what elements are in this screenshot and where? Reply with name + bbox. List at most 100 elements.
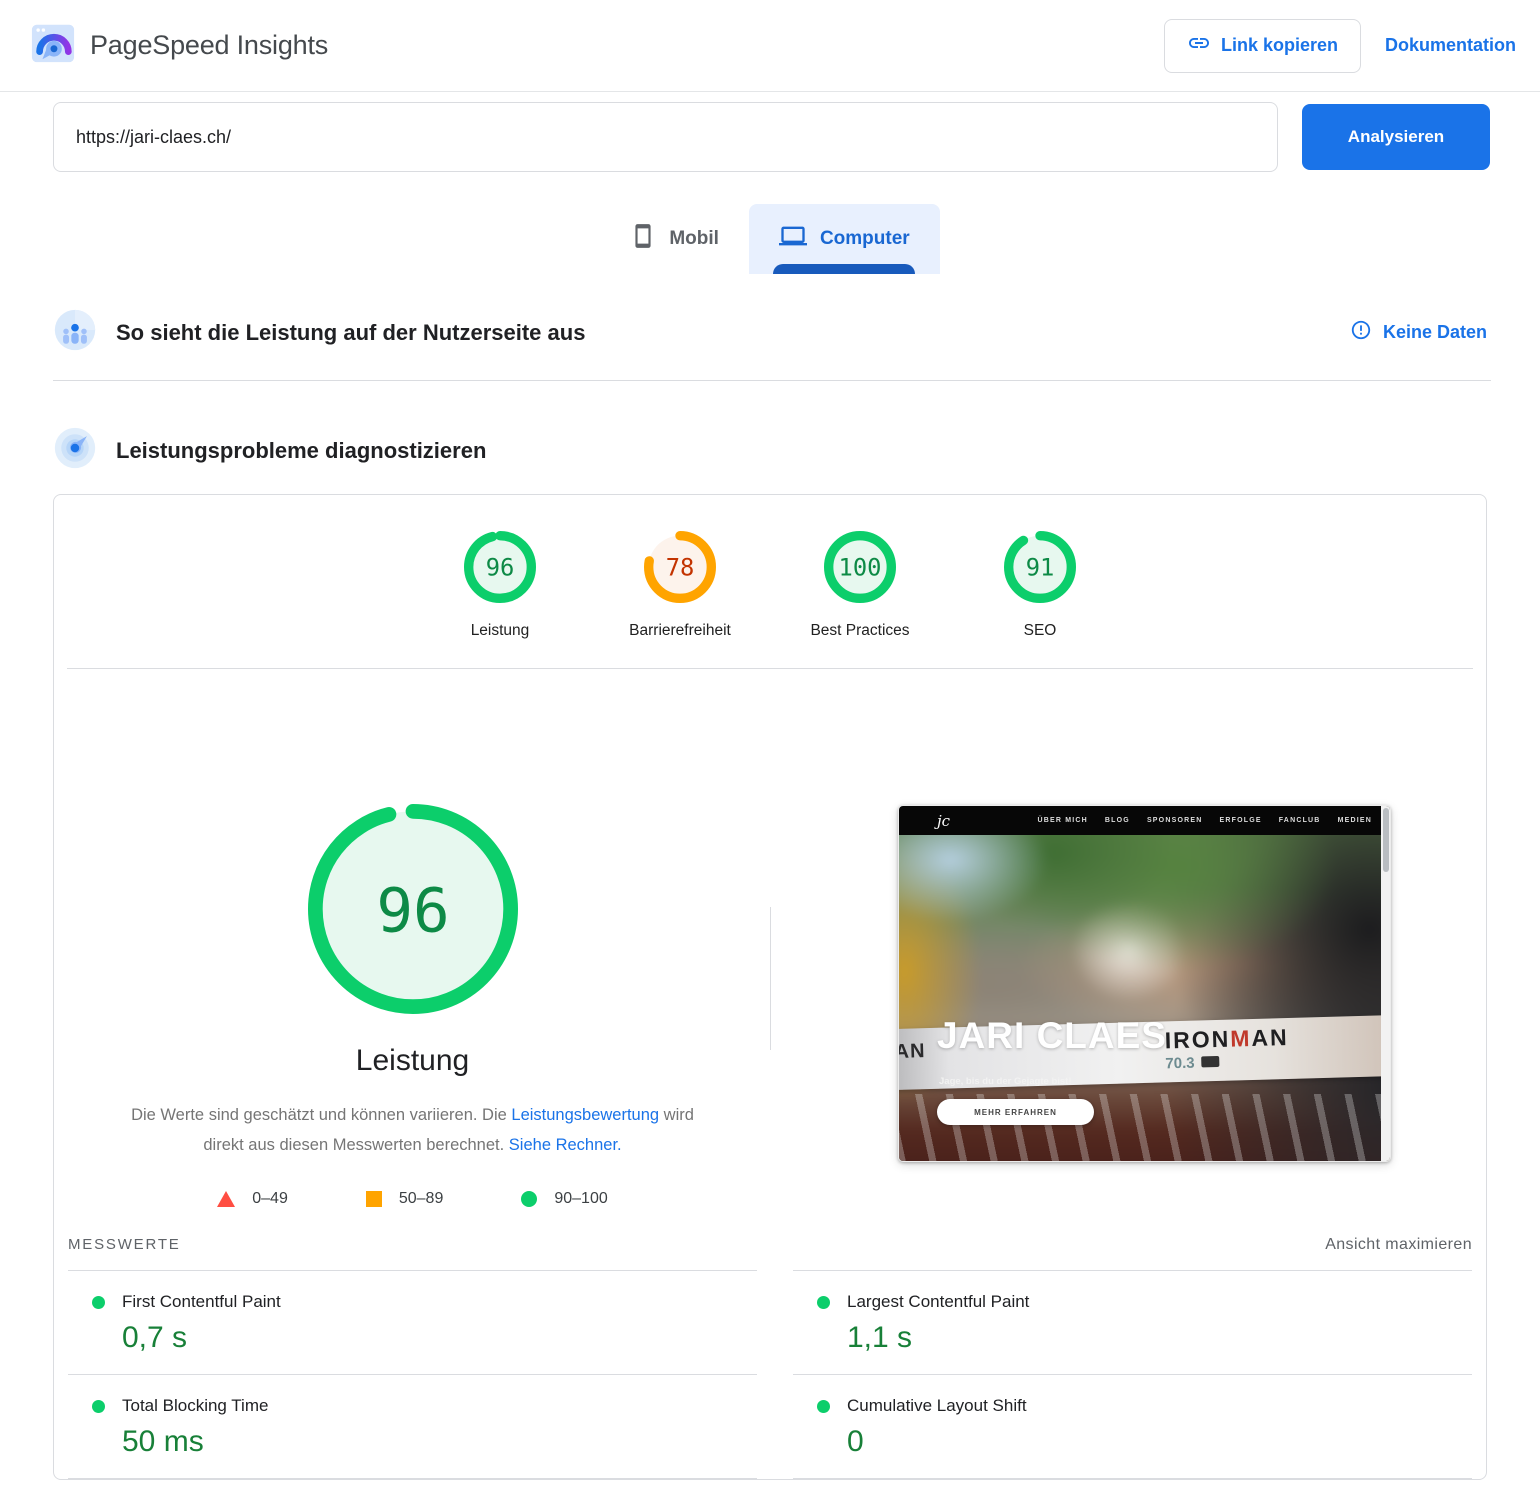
tab-selected-indicator xyxy=(773,264,915,274)
preview-nav-item: ERFOLGE xyxy=(1219,817,1261,824)
documentation-link[interactable]: Dokumentation xyxy=(1385,35,1522,56)
score-gauge-barrierefreiheit[interactable]: 78 xyxy=(644,531,716,603)
metrics-left-column: First Contentful Paint 0,7 s Total Block… xyxy=(68,1270,757,1479)
metric-value: 0,7 s xyxy=(122,1321,757,1355)
leistungsbewertung-link[interactable]: Leistungsbewertung xyxy=(511,1106,659,1124)
metrics-right-column: Largest Contentful Paint 1,1 s Cumulativ… xyxy=(793,1270,1472,1479)
score-item-barrierefreiheit: 78 Barrierefreiheit xyxy=(590,531,770,640)
metric-name: Largest Contentful Paint xyxy=(847,1292,1029,1312)
svg-text:96: 96 xyxy=(376,876,449,947)
preview-hero-image: AN IRONMAN 70.3 JARI CLAES Jage, bis du … xyxy=(899,835,1390,1162)
preview-nav-item: BLOG xyxy=(1105,817,1130,824)
url-bar: Analysieren xyxy=(0,92,1540,172)
metric-name: Cumulative Layout Shift xyxy=(847,1396,1027,1416)
svg-text:91: 91 xyxy=(1026,554,1055,582)
app-header: PageSpeed Insights Link kopieren Dokumen… xyxy=(0,0,1540,92)
diagnose-section-header: Leistungsprobleme diagnostizieren xyxy=(0,426,1540,475)
metrics-grid: First Contentful Paint 0,7 s Total Block… xyxy=(68,1270,1472,1479)
metric-lcp: Largest Contentful Paint 1,1 s xyxy=(793,1271,1472,1375)
ironman-logo-block xyxy=(1201,1056,1219,1067)
ironman-text: IRON xyxy=(1164,1026,1230,1054)
preview-cta-button: MEHR ERFAHREN xyxy=(937,1099,1094,1125)
score-item-best-practices: 100 Best Practices xyxy=(770,531,950,640)
legend-item-average: 50–89 xyxy=(366,1190,444,1208)
analyze-button[interactable]: Analysieren xyxy=(1302,104,1490,170)
svg-text:96: 96 xyxy=(486,554,515,582)
computer-icon xyxy=(779,222,807,256)
url-input[interactable] xyxy=(53,102,1278,172)
score-label: SEO xyxy=(950,622,1130,640)
preview-nav-menu: ÜBER MICH BLOG SPONSOREN ERFOLGE FANCLUB… xyxy=(1037,817,1372,824)
preview-hero-title: JARI CLAES xyxy=(937,1015,1167,1057)
svg-text:100: 100 xyxy=(839,554,882,582)
ironman-text: AN xyxy=(1251,1024,1289,1051)
metric-name: First Contentful Paint xyxy=(122,1292,281,1312)
performance-main-gauge: 96 xyxy=(308,804,518,1014)
gauge-desc-text: Die Werte sind geschätzt und können vari… xyxy=(131,1106,511,1124)
siehe-rechner-link[interactable]: Siehe Rechner. xyxy=(509,1136,622,1154)
field-data-icon xyxy=(53,308,97,357)
svg-text:78: 78 xyxy=(666,554,695,582)
score-gauge-leistung[interactable]: 96 xyxy=(464,531,536,603)
gauge-title: Leistung xyxy=(356,1044,469,1078)
metric-fcp: First Contentful Paint 0,7 s xyxy=(68,1271,757,1375)
score-gauge-seo[interactable]: 91 xyxy=(1004,531,1076,603)
preview-nav-item: FANCLUB xyxy=(1279,817,1321,824)
legend-item-poor: 0–49 xyxy=(217,1190,288,1208)
ironman-logo: IRONMAN 70.3 xyxy=(1164,1024,1289,1072)
score-item-leistung: 96 Leistung xyxy=(410,531,590,640)
field-data-title: So sieht die Leistung auf der Nutzerseit… xyxy=(116,320,585,346)
diagnose-title: Leistungsprobleme diagnostizieren xyxy=(116,438,486,464)
metric-cls: Cumulative Layout Shift 0 xyxy=(793,1375,1472,1479)
tab-mobil-label: Mobil xyxy=(669,228,719,250)
preview-scrollbar-thumb xyxy=(1383,808,1389,872)
section-divider xyxy=(53,380,1491,381)
info-icon xyxy=(1350,319,1372,346)
page-screenshot-thumbnail[interactable]: jc ÜBER MICH BLOG SPONSOREN ERFOLGE FANC… xyxy=(898,805,1391,1162)
pagespeed-logo-icon xyxy=(30,20,76,71)
copy-link-label: Link kopieren xyxy=(1221,35,1338,56)
preview-logo: jc xyxy=(937,812,950,830)
preview-hero-tagline: Jage, bis du der Gejagte bist! xyxy=(939,1076,1072,1087)
tab-computer-label: Computer xyxy=(820,228,910,250)
screenshot-column: jc ÜBER MICH BLOG SPONSOREN ERFOLGE FANC… xyxy=(771,669,1486,1208)
metric-tbt: Total Blocking Time 50 ms xyxy=(68,1375,757,1479)
app-title: PageSpeed Insights xyxy=(90,30,328,61)
tab-mobil[interactable]: Mobil xyxy=(600,204,749,274)
device-tabs: Mobil Computer xyxy=(0,204,1540,274)
smartphone-icon xyxy=(630,223,656,255)
preview-nav-item: MEDIEN xyxy=(1338,817,1372,824)
metric-name: Total Blocking Time xyxy=(122,1396,268,1416)
average-square-icon xyxy=(366,1191,382,1207)
messwerte-header-row: MESSWERTE Ansicht maximieren xyxy=(68,1236,1472,1254)
no-data-link[interactable]: Keine Daten xyxy=(1350,319,1487,346)
copy-link-button[interactable]: Link kopieren xyxy=(1164,19,1361,73)
legend-label: 50–89 xyxy=(399,1190,444,1208)
messwerte-heading: MESSWERTE xyxy=(68,1236,181,1253)
score-label: Best Practices xyxy=(770,622,950,640)
diagnose-icon xyxy=(53,426,97,475)
pagespeed-insights-page: PageSpeed Insights Link kopieren Dokumen… xyxy=(0,0,1540,1480)
score-label: Leistung xyxy=(410,622,590,640)
good-circle-icon xyxy=(521,1191,537,1207)
banner-fragment: AN xyxy=(899,1040,926,1064)
ironman-mdot: M xyxy=(1230,1025,1252,1052)
link-icon xyxy=(1187,31,1211,60)
field-data-section-header: So sieht die Leistung auf der Nutzerseit… xyxy=(0,308,1540,357)
metric-value: 1,1 s xyxy=(847,1321,1472,1355)
preview-navbar: jc ÜBER MICH BLOG SPONSOREN ERFOLGE FANC… xyxy=(899,806,1390,835)
maximize-view-button[interactable]: Ansicht maximieren xyxy=(1325,1236,1472,1254)
performance-gauge-column: 96 Leistung Die Werte sind geschätzt und… xyxy=(54,669,771,1208)
preview-scrollbar xyxy=(1381,806,1390,1161)
score-item-seo: 91 SEO xyxy=(950,531,1130,640)
score-label: Barrierefreiheit xyxy=(590,622,770,640)
tab-computer[interactable]: Computer xyxy=(749,204,940,274)
no-data-label: Keine Daten xyxy=(1383,322,1487,343)
legend-label: 90–100 xyxy=(554,1190,607,1208)
preview-nav-item: SPONSOREN xyxy=(1147,817,1203,824)
score-gauge-best-practices[interactable]: 100 xyxy=(824,531,896,603)
good-dot-icon xyxy=(92,1400,105,1413)
category-scores: 96 Leistung 78 Barrierefreiheit 100 Best… xyxy=(54,495,1486,640)
good-dot-icon xyxy=(92,1296,105,1309)
legend-item-good: 90–100 xyxy=(521,1190,607,1208)
